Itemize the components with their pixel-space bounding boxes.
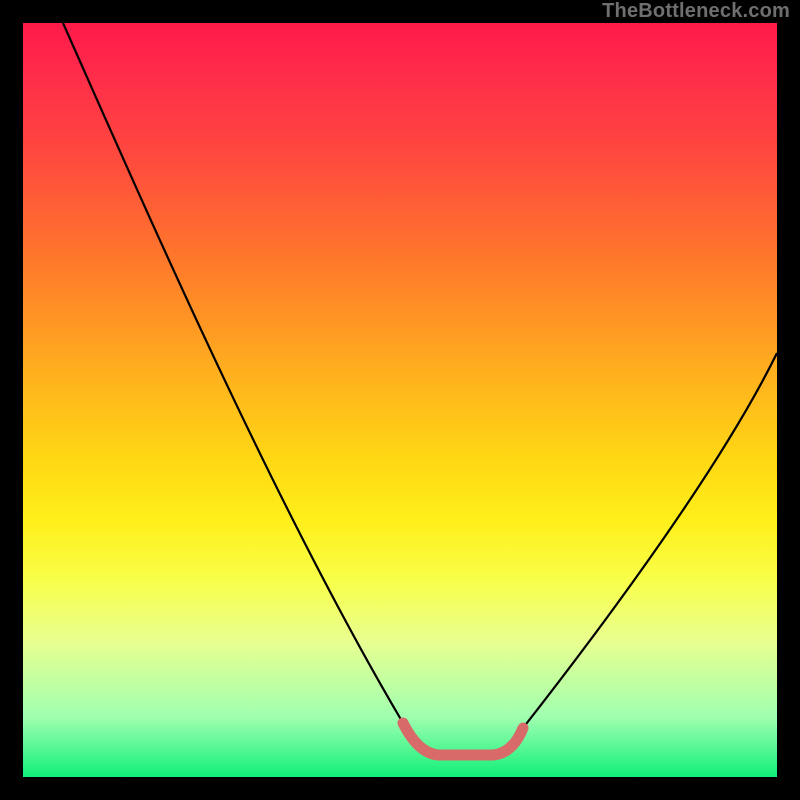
optimal-zone-marker [403,723,523,755]
bottleneck-curve-left [63,23,403,723]
chart-frame: TheBottleneck.com [0,0,800,800]
curve-layer [23,23,777,777]
bottleneck-curve-right [523,353,777,728]
watermark-text: TheBottleneck.com [602,0,790,23]
plot-area [23,23,777,777]
